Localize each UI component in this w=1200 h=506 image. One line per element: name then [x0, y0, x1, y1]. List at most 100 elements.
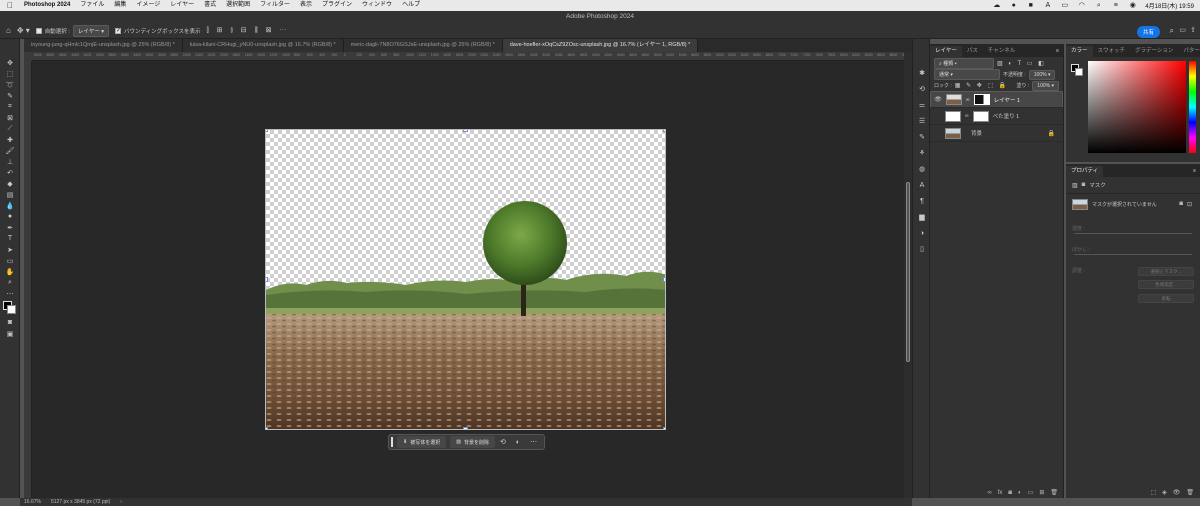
transform-icon[interactable]: ⟲	[495, 438, 511, 446]
vertical-ruler[interactable]	[24, 61, 32, 498]
menu-layer[interactable]: レイヤー	[165, 0, 199, 11]
move-tool-preset-icon[interactable]: ✥ ▾	[17, 26, 30, 35]
status-arrow-icon[interactable]: ›	[120, 499, 122, 505]
info-icon[interactable]: ▯	[913, 241, 931, 257]
layer-name[interactable]: べた塗り 1	[993, 112, 1020, 120]
invert-button[interactable]: 反転	[1138, 294, 1194, 303]
menu-filter[interactable]: フィルター	[255, 0, 295, 11]
bbox-checkbox[interactable]	[115, 27, 121, 34]
new-layer-icon[interactable]: ⊞	[1039, 489, 1044, 496]
color-range-button[interactable]: 色域指定...	[1138, 280, 1194, 289]
layer-row[interactable]: ∞ べた塗り 1	[930, 108, 1063, 125]
layer-row[interactable]: 👁 ∞ レイヤー 1	[930, 91, 1063, 108]
dodge-tool-icon[interactable]: ●	[0, 211, 20, 222]
more-tools-icon[interactable]: ⋯	[0, 288, 20, 299]
delete-mask-icon[interactable]: 🗑	[1186, 489, 1194, 496]
stop-icon[interactable]: ■	[1026, 2, 1035, 9]
cloud-icon[interactable]: ☁	[992, 2, 1001, 9]
doc-tab[interactable]: luisa-kilani-CRHugi_yNU0-unsplash.jpg @ …	[182, 39, 344, 52]
crop-tool-icon[interactable]: ⌗	[0, 101, 20, 112]
mask-thumbnail[interactable]	[973, 94, 990, 105]
shape-tool-icon[interactable]: ▭	[0, 255, 20, 266]
blur-tool-icon[interactable]: 💧	[0, 200, 20, 211]
transform-handle[interactable]	[663, 277, 665, 282]
history-brush-icon[interactable]: ↶	[0, 167, 20, 178]
horizontal-ruler[interactable]: 5000 4800 4600 4400 4200 4000 3800 3600 3400 3200…	[32, 52, 904, 61]
brush-settings-icon[interactable]: ⚘	[913, 145, 931, 161]
menu-view[interactable]: 表示	[295, 0, 317, 11]
screen-mode-icon[interactable]: ▣	[0, 328, 20, 339]
eyedropper-tool-icon[interactable]: ⟋	[0, 123, 20, 134]
brush-tool-icon[interactable]: 🖌	[0, 145, 20, 156]
menu-select[interactable]: 選択範囲	[221, 0, 255, 11]
move-tool-icon[interactable]: ✥	[0, 57, 20, 68]
quick-select-tool-icon[interactable]: ✎	[0, 90, 20, 101]
transform-handle[interactable]	[663, 427, 665, 429]
trash-icon[interactable]: 🗑	[1050, 489, 1058, 496]
fill-field[interactable]: 100% ▾	[1032, 80, 1059, 91]
add-pixel-mask-icon[interactable]: ◙	[1179, 201, 1183, 207]
scrollbar-thumb[interactable]	[906, 182, 910, 362]
document-image[interactable]	[265, 129, 666, 430]
eraser-tool-icon[interactable]: ◆	[0, 178, 20, 189]
paragraph-icon[interactable]: ¶	[913, 193, 931, 209]
link-layers-icon[interactable]: ∞	[987, 490, 991, 496]
control-center-icon[interactable]: ≡	[1111, 2, 1120, 9]
menu-edit[interactable]: 編集	[109, 0, 131, 11]
apple-icon[interactable]: 	[0, 0, 19, 11]
background-color[interactable]	[7, 305, 16, 314]
menu-type[interactable]: 書式	[199, 0, 221, 11]
transform-handle[interactable]	[663, 130, 665, 132]
zoom-level[interactable]: 16.67%	[24, 499, 41, 505]
group-icon[interactable]: ▭	[1028, 489, 1034, 496]
color-bg-swatch[interactable]	[1075, 68, 1083, 76]
type-tool-icon[interactable]: T	[0, 233, 20, 244]
remove-background-button[interactable]: ▨ 背景を削除	[450, 436, 495, 448]
wifi-icon[interactable]: ◠	[1077, 2, 1086, 9]
link-icon[interactable]: ∞	[966, 97, 970, 103]
share-icon[interactable]: ⇪	[1190, 26, 1196, 34]
panel-menu-icon[interactable]: ≡	[1052, 46, 1063, 57]
adjust-icon[interactable]: ◐	[511, 439, 525, 446]
transform-handle[interactable]	[463, 130, 468, 132]
transform-handle[interactable]	[266, 277, 268, 282]
lasso-tool-icon[interactable]: ➰	[0, 79, 20, 90]
vector-mask-icon[interactable]: ◙	[1082, 182, 1086, 188]
workspace-icon[interactable]: ▭	[1179, 26, 1186, 34]
comments-icon[interactable]: ✎	[913, 129, 931, 145]
density-slider[interactable]	[1074, 233, 1192, 234]
doc-tab[interactable]: inyoung-jung-qHmlc1QrnjE-unsplash.jpg @ …	[24, 39, 183, 52]
clock[interactable]: 4月18日(木) 19:59	[1145, 1, 1194, 10]
load-selection-icon[interactable]: ⬚	[1150, 489, 1156, 496]
search-icon[interactable]: ⌕	[1170, 26, 1174, 36]
menu-plugins[interactable]: プラグイン	[317, 0, 357, 11]
color-swatches[interactable]	[0, 299, 20, 317]
path-select-tool-icon[interactable]: ➤	[0, 244, 20, 255]
layer-filter-dropdown[interactable]: ⌕ 種類 ▾	[934, 57, 994, 69]
pen-tool-icon[interactable]: ✒	[0, 222, 20, 233]
apply-mask-icon[interactable]: ◈	[1162, 489, 1167, 496]
link-icon[interactable]: ∞	[965, 113, 969, 119]
add-vector-mask-icon[interactable]: ⊡	[1187, 201, 1192, 208]
layer-name[interactable]: 背景	[971, 129, 982, 137]
history-icon[interactable]: ⟲	[913, 81, 931, 97]
gradient-tool-icon[interactable]: ▤	[0, 189, 20, 200]
menu-help[interactable]: ヘルプ	[397, 0, 425, 11]
menu-image[interactable]: イメージ	[131, 0, 165, 11]
marquee-tool-icon[interactable]: ⬚	[0, 68, 20, 79]
doc-tab[interactable]: meric-dagli-7N8O76GSJsE-unsplash.jpg @ 2…	[343, 39, 503, 52]
transform-handle[interactable]	[266, 130, 268, 132]
align-icons[interactable]: ⫿ ⊞ ⫾ ⊟ ⫼ ⊠ ⋯	[206, 26, 289, 35]
eye-icon[interactable]: 👁	[934, 96, 942, 103]
transform-handle[interactable]	[266, 427, 268, 429]
transform-handle[interactable]	[463, 427, 468, 429]
menu-app-name[interactable]: Photoshop 2024	[19, 0, 75, 11]
drag-handle-icon[interactable]	[391, 437, 393, 447]
tab-swatches[interactable]: スウォッチ	[1093, 46, 1131, 57]
feather-slider[interactable]	[1074, 254, 1192, 255]
vertical-scrollbar[interactable]	[904, 52, 912, 498]
select-and-mask-button[interactable]: 選択とマスク...	[1138, 267, 1194, 276]
zoom-tool-icon[interactable]: ⌕	[0, 277, 20, 288]
tab-paths[interactable]: パス	[962, 46, 983, 57]
tab-color[interactable]: カラー	[1066, 46, 1093, 57]
